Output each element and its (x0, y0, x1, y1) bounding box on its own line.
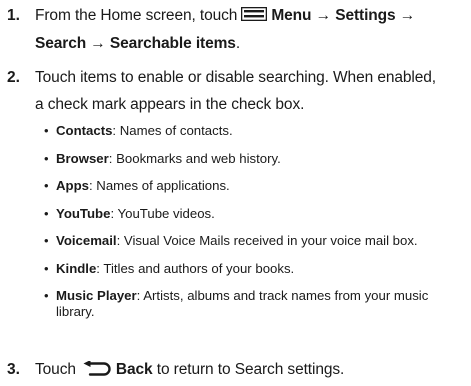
item-term: Voicemail (56, 233, 117, 248)
step-2-line-2: a check mark appears in the check box. (35, 96, 305, 113)
item-term: YouTube (56, 205, 111, 221)
instruction-page: 1. From the Home screen, touch Menu → Set… (0, 0, 471, 386)
bullet-glyph: • (44, 260, 49, 276)
list-item: • Apps: Names of applications. (44, 178, 464, 194)
item-desc: : Visual Voice Mails received in your vo… (116, 233, 418, 248)
back-icon (82, 359, 112, 386)
step-text: From the Home screen, touch Menu → Settin… (35, 2, 471, 57)
step-number: 2. (7, 69, 20, 86)
item-desc: : Names of contacts. (112, 123, 233, 138)
list-item: • YouTube: YouTube videos. (44, 206, 464, 222)
bullet-glyph: • (44, 150, 49, 166)
menu-icon (241, 3, 268, 30)
step-number: 1. (7, 7, 20, 24)
item-term: Contacts (56, 123, 113, 138)
bullet-glyph: • (44, 178, 49, 193)
item-term: Music Player (56, 288, 137, 303)
step-3-rest: to return to Search settings. (156, 361, 345, 378)
step-1-line-2: Search → Searchable items. (35, 30, 471, 57)
back-label: Back (115, 361, 153, 378)
item-desc: : Artists, albums and track names from y… (136, 288, 429, 303)
list-item: • Music Player: Artists, albums and trac… (44, 288, 464, 319)
item-desc: : Titles and authors of your books. (96, 260, 295, 276)
bullet-glyph: • (44, 233, 49, 248)
item-desc: : Names of applications. (88, 178, 230, 193)
list-item: • Kindle: Titles and authors of your boo… (44, 261, 464, 277)
menu-path-1: Menu → Settings → (271, 7, 416, 24)
list-item: • Contacts: Names of contacts. (44, 123, 464, 139)
menu-path-2: Search → Searchable items (35, 35, 236, 52)
item-desc-continued: library. (56, 303, 95, 319)
step-3-intro: Touch (35, 361, 76, 378)
searchable-items-list: • Contacts: Names of contacts. • Browser… (44, 123, 464, 319)
step-1-line-1: From the Home screen, touch Menu → Settin… (35, 2, 471, 30)
step-number: 3. (7, 361, 20, 378)
bullet-glyph: • (44, 205, 49, 221)
step-1-period: . (235, 35, 241, 52)
item-desc: : Bookmarks and web history. (108, 150, 281, 166)
list-item: • Voicemail: Visual Voice Mails received… (44, 233, 464, 249)
step-1-intro: From the Home screen, touch (35, 7, 238, 24)
item-term: Kindle (56, 260, 97, 276)
step-2-line-1: Touch items to enable or disable searchi… (35, 69, 436, 86)
bullet-glyph: • (44, 288, 49, 303)
step-text: Touch items to enable or disable searchi… (35, 64, 471, 118)
item-term: Apps (56, 178, 89, 193)
step-text: Touch Back to return to Search settings. (35, 356, 471, 386)
list-item: • Browser: Bookmarks and web history. (44, 151, 464, 167)
item-term: Browser (56, 150, 109, 166)
item-desc: : YouTube videos. (110, 205, 215, 221)
bullet-glyph: • (44, 123, 49, 138)
